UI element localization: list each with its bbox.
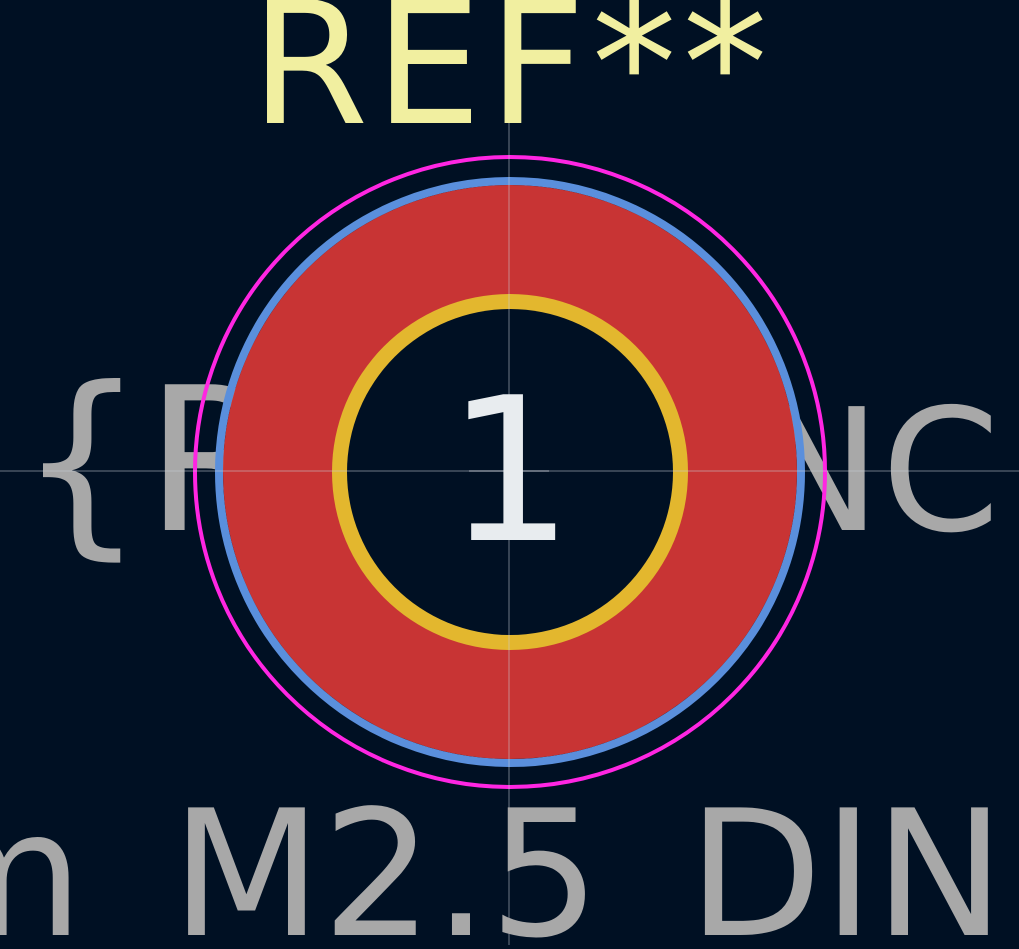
pcb-footprint-viewport: {R NC 1 REF** m_M2.5_DIN [0,0,1019,949]
reference-designator: REF** [250,0,773,164]
footprint-drawing: {R NC 1 REF** m_M2.5_DIN [0,0,1019,949]
fab-text-value: m_M2.5_DIN [0,774,1005,945]
pad-number: 1 [446,355,573,588]
